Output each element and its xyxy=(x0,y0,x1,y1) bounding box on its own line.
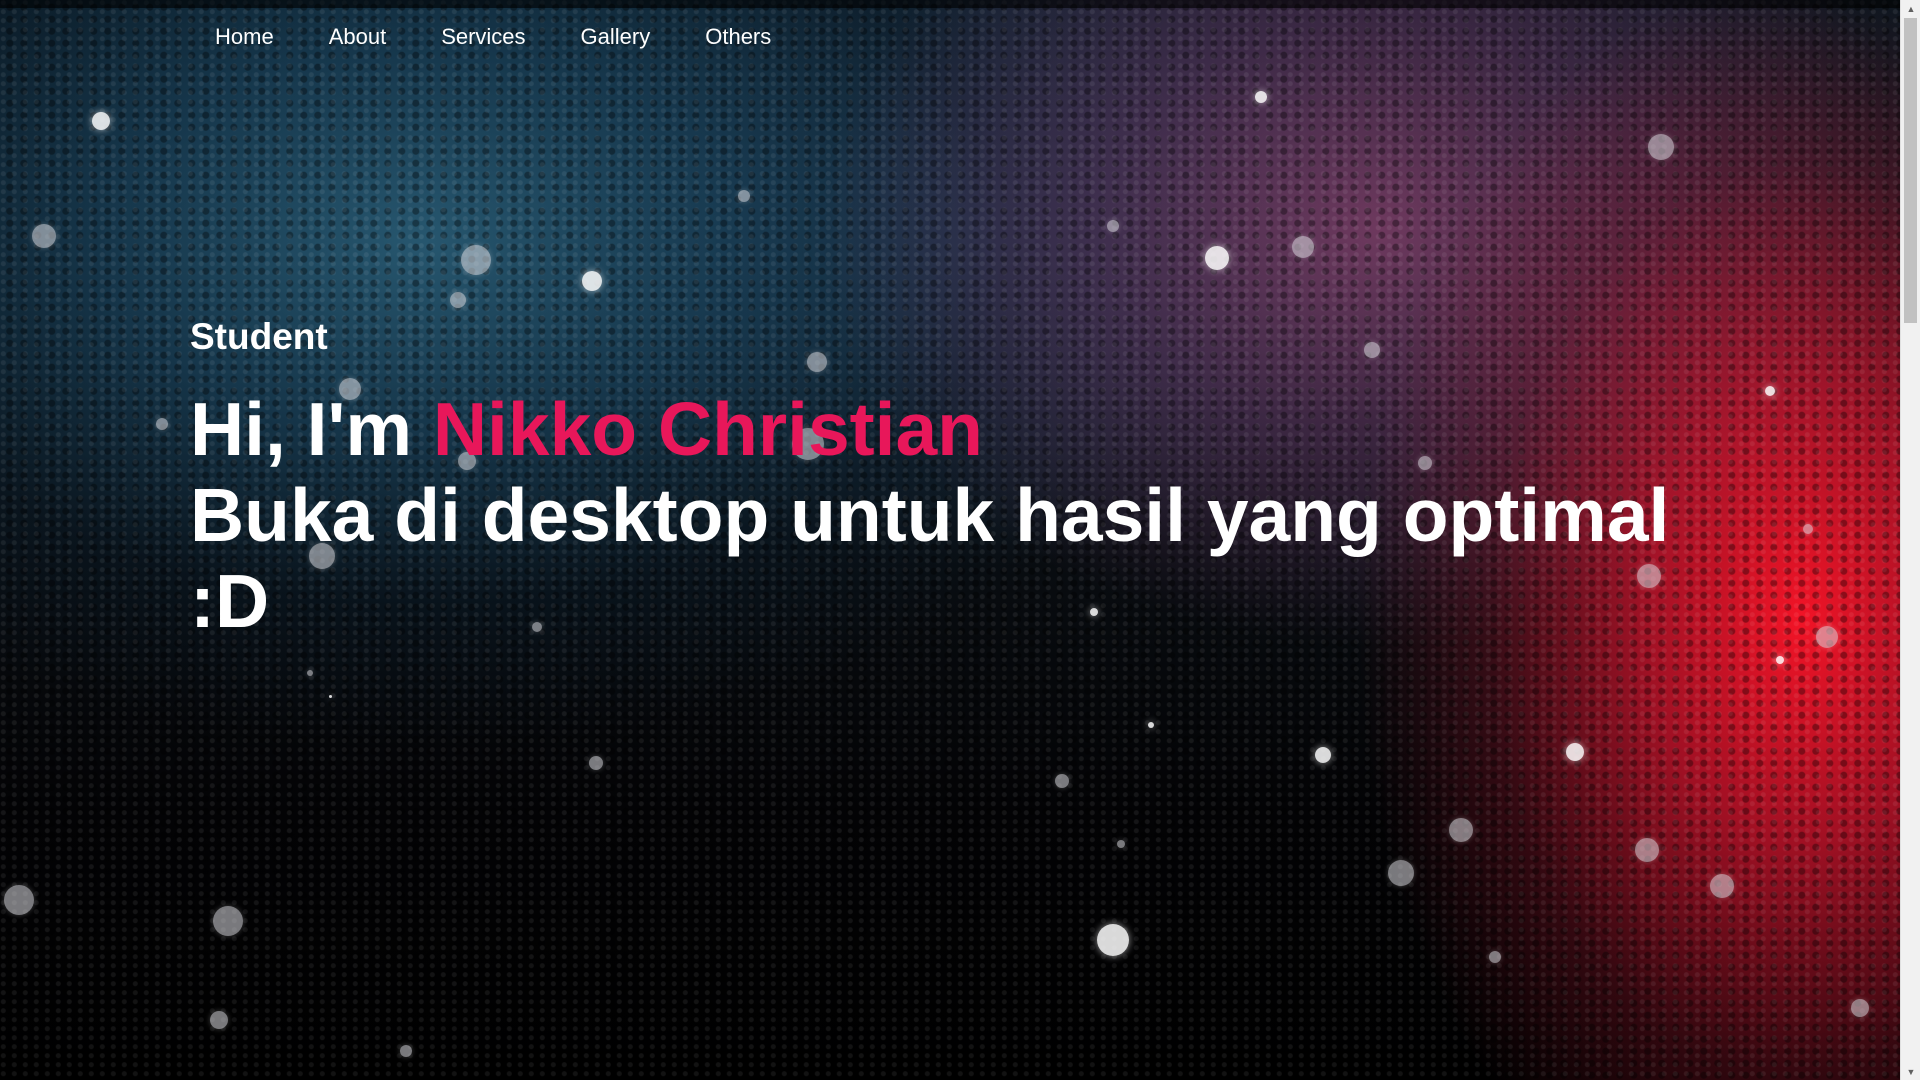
hero-name: Nikko Christian xyxy=(432,387,983,471)
particle xyxy=(1566,743,1584,761)
triangle-up-icon[interactable]: ▲ xyxy=(1901,0,1920,17)
particle xyxy=(1816,626,1838,648)
particle xyxy=(1097,924,1129,956)
particle xyxy=(1292,236,1314,258)
particle xyxy=(1776,656,1784,664)
particle xyxy=(1388,860,1414,886)
particle xyxy=(210,1011,228,1029)
nav-home[interactable]: Home xyxy=(215,20,274,54)
top-shadow xyxy=(0,0,1900,8)
hero-heading: Hi, I'm Nikko Christian Buka di desktop … xyxy=(190,386,1750,644)
particle xyxy=(1055,774,1069,788)
nav-services[interactable]: Services xyxy=(441,20,525,54)
triangle-down-icon[interactable]: ▼ xyxy=(1901,1063,1920,1080)
nav-others[interactable]: Others xyxy=(705,20,771,54)
particle xyxy=(92,112,110,130)
particle xyxy=(1205,246,1229,270)
hero-message: Buka di desktop untuk hasil yang optimal… xyxy=(190,473,1670,643)
particle xyxy=(1315,747,1331,763)
particle xyxy=(1117,840,1125,848)
page-background: Home About Services Gallery Others Stude… xyxy=(0,0,1900,1080)
particle xyxy=(156,418,168,430)
particle xyxy=(1107,220,1119,232)
hero-section: Student Hi, I'm Nikko Christian Buka di … xyxy=(190,312,1750,644)
particle xyxy=(1648,134,1674,160)
nav-gallery[interactable]: Gallery xyxy=(581,20,651,54)
hero-subtitle: Student xyxy=(190,316,328,357)
particle xyxy=(738,190,750,202)
particle xyxy=(1765,386,1775,396)
particle xyxy=(1803,524,1813,534)
particle xyxy=(1635,838,1659,862)
particle xyxy=(450,292,466,308)
particle xyxy=(400,1045,412,1057)
main-nav: Home About Services Gallery Others xyxy=(215,20,771,54)
vertical-scrollbar[interactable]: ▲ ▼ xyxy=(1900,0,1920,1080)
particle xyxy=(1449,818,1473,842)
particle xyxy=(1489,951,1501,963)
particle xyxy=(1710,874,1734,898)
particle xyxy=(589,756,603,770)
particle xyxy=(32,224,56,248)
particle xyxy=(4,885,34,915)
particle xyxy=(329,695,332,698)
scrollbar-thumb[interactable] xyxy=(1904,18,1917,323)
particle xyxy=(1255,91,1267,103)
particle xyxy=(1148,722,1154,728)
particle xyxy=(307,670,313,676)
nav-about[interactable]: About xyxy=(329,20,387,54)
particle xyxy=(1851,999,1869,1017)
particle xyxy=(213,906,243,936)
hero-greeting: Hi, I'm xyxy=(190,387,433,471)
particle xyxy=(461,245,491,275)
particle xyxy=(582,271,602,291)
